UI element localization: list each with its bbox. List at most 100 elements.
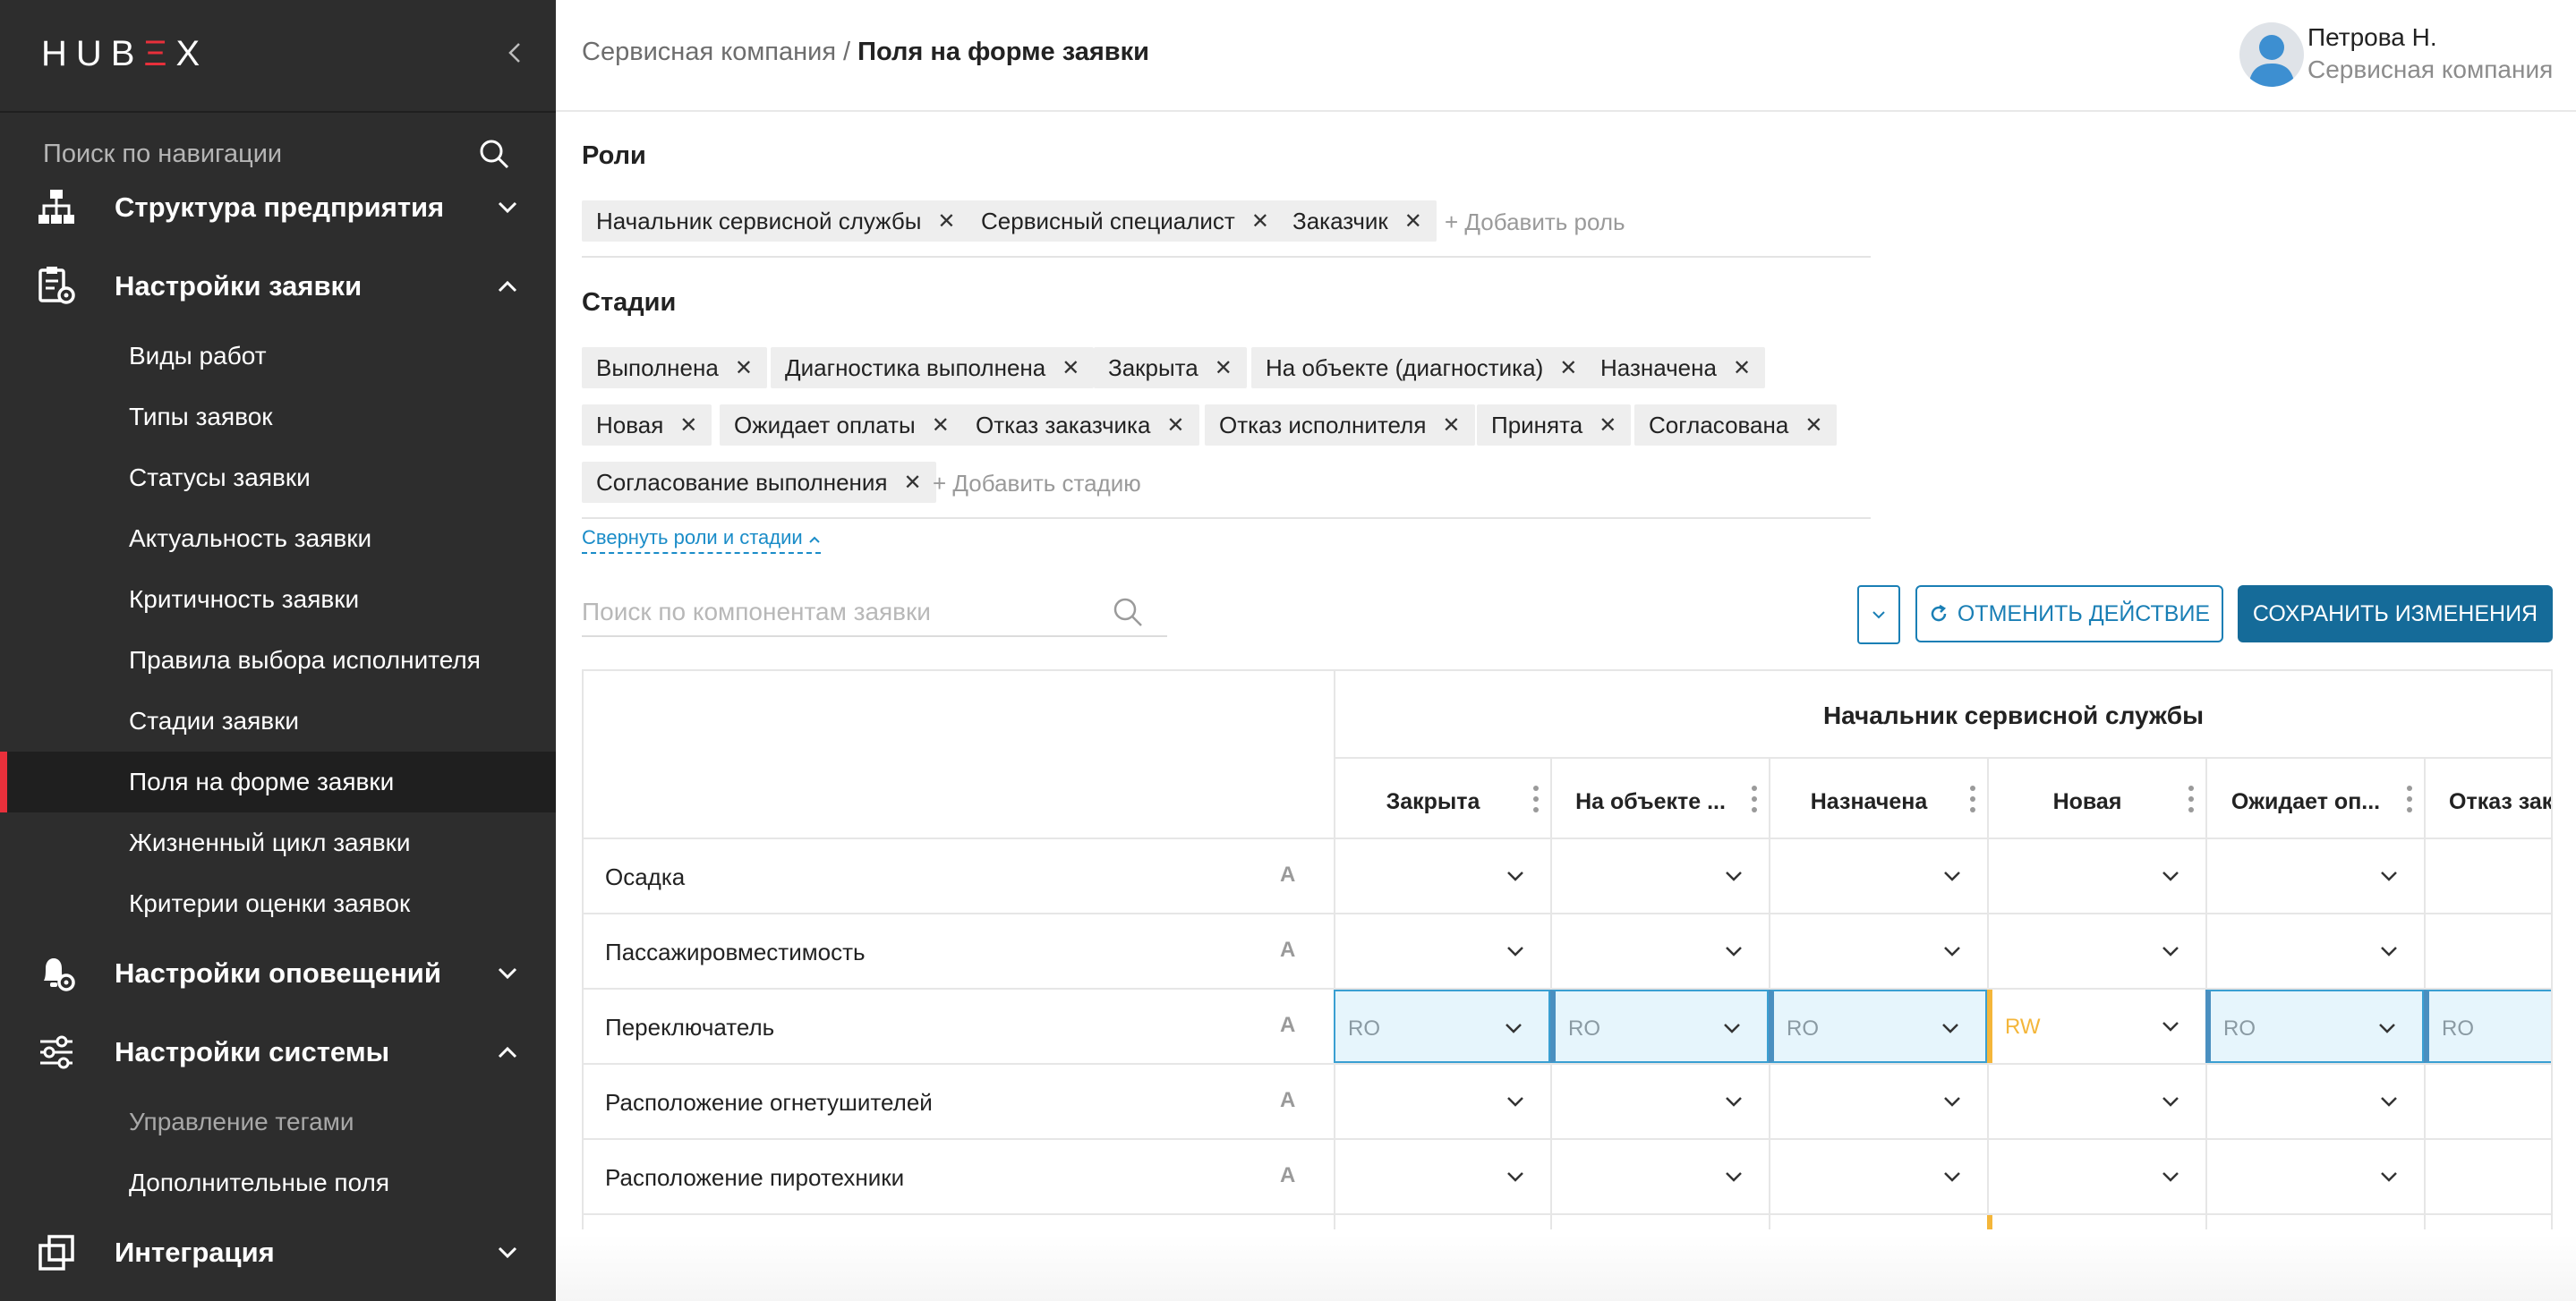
permission-select[interactable]: RO [2205, 990, 2424, 1063]
permission-select[interactable] [2424, 914, 2551, 988]
add-stage-link[interactable]: + Добавить стадию [933, 470, 1141, 497]
permission-select[interactable] [1334, 1140, 1550, 1213]
close-icon[interactable]: ✕ [1404, 208, 1422, 234]
role-chip[interactable]: Заказчик ✕ [1278, 200, 1437, 242]
sidebar-item-work-types[interactable]: Виды работ [0, 326, 556, 387]
add-role-link[interactable]: + Добавить роль [1445, 208, 1625, 236]
permission-select[interactable] [2205, 839, 2424, 913]
sidebar-section-system-settings[interactable]: Настройки системы [0, 1016, 556, 1088]
user-name[interactable]: Петрова Н. [2307, 23, 2437, 52]
close-icon[interactable]: ✕ [1733, 355, 1751, 381]
permission-select[interactable] [1769, 1140, 1987, 1213]
close-icon[interactable]: ✕ [1559, 355, 1577, 381]
permission-select[interactable] [1334, 914, 1550, 988]
column-header[interactable]: Отказ зак [2424, 759, 2551, 839]
stage-chip[interactable]: Отказ заказчика ✕ [961, 404, 1199, 446]
sidebar-item-request-types[interactable]: Типы заявок [0, 387, 556, 447]
more-vertical-icon[interactable] [1532, 786, 1540, 812]
nav-search-input[interactable] [43, 134, 464, 174]
sidebar-item-form-fields[interactable]: Поля на форме заявки [0, 752, 556, 812]
column-header[interactable]: Назначена [1769, 759, 1987, 839]
close-icon[interactable]: ✕ [1166, 412, 1184, 438]
permission-select[interactable] [1334, 839, 1550, 913]
stage-chip[interactable]: Выполнена ✕ [582, 347, 767, 388]
sidebar-item-relevance[interactable]: Актуальность заявки [0, 508, 556, 569]
permission-select[interactable] [2205, 1140, 2424, 1213]
sidebar-item-tags[interactable]: Управление тегами [0, 1092, 556, 1152]
sidebar-item-executor-rules[interactable]: Правила выбора исполнителя [0, 630, 556, 691]
sidebar-section-structure[interactable]: Структура предприятия [0, 172, 556, 243]
permission-select[interactable] [2424, 1065, 2551, 1138]
permission-select[interactable] [1987, 914, 2205, 988]
permission-select[interactable] [1769, 914, 1987, 988]
stage-chip[interactable]: Согласование выполнения ✕ [582, 462, 936, 503]
more-vertical-icon[interactable] [2188, 786, 2195, 812]
more-vertical-icon[interactable] [1751, 786, 1758, 812]
sidebar-section-notifications[interactable]: Настройки оповещений [0, 938, 556, 1009]
permission-select[interactable] [1987, 839, 2205, 913]
close-icon[interactable]: ✕ [1599, 412, 1616, 438]
search-icon[interactable] [1110, 594, 1146, 630]
save-button[interactable]: СОХРАНИТЬ ИЗМЕНЕНИЯ [2238, 585, 2553, 642]
stage-chip[interactable]: Закрыта ✕ [1094, 347, 1247, 388]
sidebar-item-request-stages[interactable]: Стадии заявки [0, 691, 556, 752]
sidebar-item-rating-criteria[interactable]: Критерии оценки заявок [0, 873, 556, 934]
sidebar-section-request-settings[interactable]: Настройки заявки [0, 251, 556, 322]
permission-select[interactable] [1550, 914, 1769, 988]
permission-select[interactable] [2205, 1065, 2424, 1138]
close-icon[interactable]: ✕ [735, 355, 753, 381]
column-header[interactable]: Ожидает оп... [2205, 759, 2424, 839]
close-icon[interactable]: ✕ [679, 412, 697, 438]
sidebar-section-integration[interactable]: Интеграция [0, 1217, 556, 1288]
stage-chip[interactable]: Согласована ✕ [1634, 404, 1838, 446]
role-chip[interactable]: Сервисный специалист ✕ [967, 200, 1284, 242]
close-icon[interactable]: ✕ [1442, 412, 1460, 438]
close-icon[interactable]: ✕ [937, 208, 955, 234]
permission-select[interactable] [1987, 1140, 2205, 1213]
hubex-logo[interactable]: HUB Ξ X [41, 34, 209, 73]
stage-chip[interactable]: Новая ✕ [582, 404, 712, 446]
options-dropdown-button[interactable] [1857, 585, 1900, 644]
permission-select[interactable] [2424, 1140, 2551, 1213]
close-icon[interactable]: ✕ [904, 470, 922, 496]
permission-select[interactable]: RO [2424, 990, 2551, 1063]
permission-select[interactable] [1550, 839, 1769, 913]
permission-select[interactable] [1550, 1140, 1769, 1213]
close-icon[interactable]: ✕ [1251, 208, 1269, 234]
sidebar-item-criticality[interactable]: Критичность заявки [0, 569, 556, 630]
sidebar-item-lifecycle[interactable]: Жизненный цикл заявки [0, 812, 556, 873]
column-header[interactable]: Новая [1987, 759, 2205, 839]
permission-select[interactable]: RO [1769, 990, 1987, 1063]
sidebar-item-extra-fields[interactable]: Дополнительные поля [0, 1152, 556, 1213]
search-icon[interactable] [476, 136, 512, 172]
stage-chip[interactable]: Ожидает оплаты ✕ [720, 404, 964, 446]
permission-select[interactable] [2424, 839, 2551, 913]
permission-select[interactable] [1987, 1065, 2205, 1138]
collapse-roles-stages-link[interactable]: Свернуть роли и стадии [582, 526, 821, 554]
permission-select[interactable] [1769, 1065, 1987, 1138]
more-vertical-icon[interactable] [1969, 786, 1976, 812]
close-icon[interactable]: ✕ [1215, 355, 1233, 381]
permission-select[interactable]: RW [1987, 990, 2205, 1063]
column-header[interactable]: На объекте ... [1550, 759, 1769, 839]
sidebar-item-request-statuses[interactable]: Статусы заявки [0, 447, 556, 508]
stage-chip[interactable]: Назначена ✕ [1586, 347, 1766, 388]
permission-select[interactable] [1769, 839, 1987, 913]
close-icon[interactable]: ✕ [932, 412, 950, 438]
permission-select[interactable] [2205, 914, 2424, 988]
permission-select[interactable]: RO [1550, 990, 1769, 1063]
avatar[interactable] [2239, 22, 2304, 87]
permission-select[interactable] [1334, 1065, 1550, 1138]
stage-chip[interactable]: На объекте (диагностика) ✕ [1251, 347, 1592, 388]
stage-chip[interactable]: Отказ исполнителя ✕ [1205, 404, 1475, 446]
column-header[interactable]: Закрыта [1334, 759, 1550, 839]
component-search-input[interactable] [582, 594, 1101, 630]
more-vertical-icon[interactable] [2406, 786, 2413, 812]
undo-button[interactable]: ОТМЕНИТЬ ДЕЙСТВИЕ [1915, 585, 2223, 642]
permission-select[interactable]: RO [1334, 990, 1550, 1063]
collapse-sidebar-button[interactable] [501, 39, 528, 66]
stage-chip[interactable]: Принята ✕ [1477, 404, 1632, 446]
close-icon[interactable]: ✕ [1062, 355, 1079, 381]
close-icon[interactable]: ✕ [1804, 412, 1822, 438]
stage-chip[interactable]: Диагностика выполнена ✕ [771, 347, 1095, 388]
